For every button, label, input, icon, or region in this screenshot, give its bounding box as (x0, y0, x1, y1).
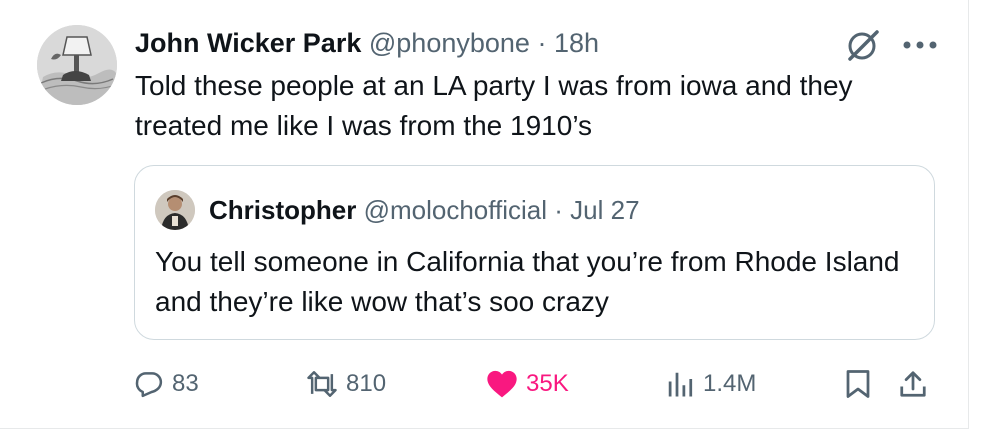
author-name[interactable]: John Wicker Park (135, 28, 361, 58)
views-count: 1.4M (703, 370, 757, 397)
reply-button[interactable]: 83 (134, 362, 199, 406)
views-icon (668, 372, 693, 397)
quoted-tweet-text: You tell someone in California that you’… (155, 246, 900, 317)
tweet-text: Told these people at an LA party I was f… (135, 70, 853, 141)
quoted-tweet-header: Christopher @molochofficial · Jul 27 (209, 193, 640, 227)
like-button[interactable]: 35K (486, 362, 569, 406)
quoted-author-avatar[interactable] (155, 190, 195, 230)
tweet-card[interactable]: John Wicker Park @phonybone · 18h Told t… (0, 0, 969, 429)
tweet-header: John Wicker Park @phonybone · 18h (135, 26, 599, 60)
like-count: 35K (526, 370, 569, 397)
tweet-actions: 83 810 35K 1.4M (0, 362, 968, 406)
repost-count: 810 (346, 370, 387, 397)
like-icon (487, 370, 517, 398)
author-avatar[interactable] (37, 25, 117, 105)
separator-dot: · (554, 195, 563, 225)
separator-dot: · (537, 28, 547, 58)
views-button[interactable]: 1.4M (665, 362, 756, 406)
share-icon (900, 371, 926, 397)
reply-count: 83 (172, 370, 199, 397)
bookmark-button[interactable] (845, 362, 871, 406)
share-button[interactable] (898, 362, 928, 406)
repost-button[interactable]: 810 (306, 362, 386, 406)
quoted-tweet-date[interactable]: Jul 27 (570, 195, 639, 225)
tweet-timestamp[interactable]: 18h (554, 28, 599, 58)
quoted-author-name[interactable]: Christopher (209, 195, 356, 225)
repost-icon (307, 371, 337, 397)
more-icon[interactable] (902, 40, 938, 50)
reply-icon (135, 372, 163, 398)
grok-icon[interactable] (844, 28, 882, 62)
quoted-tweet[interactable]: Christopher @molochofficial · Jul 27 You… (134, 165, 935, 340)
quoted-author-handle[interactable]: @molochofficial (364, 195, 547, 225)
bookmark-icon (846, 370, 870, 398)
author-handle[interactable]: @phonybone (369, 28, 530, 58)
